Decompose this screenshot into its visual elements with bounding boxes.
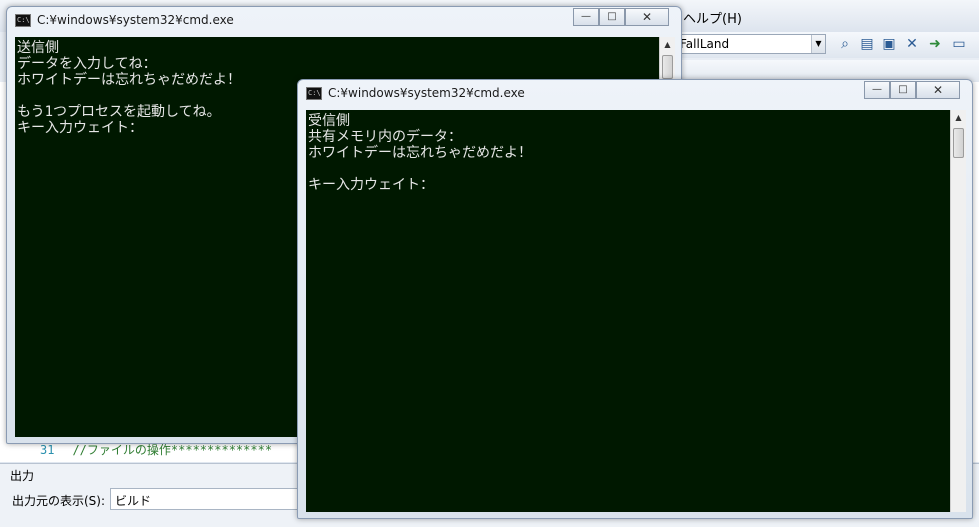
start-icon[interactable]: ➜ [926, 35, 944, 53]
console-line: 受信側 [308, 113, 350, 129]
console-line: ホワイトデーは忘れちゃだめだよ！ [308, 145, 532, 161]
console-line: 共有メモリ内のデータ： [308, 129, 462, 145]
output-source-select[interactable]: ビルド [110, 488, 300, 510]
receiver-window-title: C:¥windows¥system32¥cmd.exe [328, 86, 525, 100]
object-browser-icon[interactable]: ▣ [880, 35, 898, 53]
window-icon[interactable]: ▭ [950, 35, 968, 53]
scrollbar-thumb[interactable] [662, 55, 673, 79]
receiver-titlebar[interactable]: C:\ C:¥windows¥system32¥cmd.exe — □ ✕ [298, 80, 972, 108]
receiver-scrollbar[interactable]: ▲ [950, 110, 966, 512]
find-icon[interactable]: ⌕ [836, 35, 854, 53]
sender-window-title: C:¥windows¥system32¥cmd.exe [37, 13, 234, 27]
cmd-icon[interactable]: C:\ [15, 14, 31, 27]
maximize-button[interactable]: □ [890, 81, 916, 99]
close-button[interactable]: ✕ [916, 81, 960, 99]
minimize-button[interactable]: — [573, 8, 599, 26]
tools-icon[interactable]: ✕ [903, 35, 921, 53]
receiver-console-area[interactable]: 受信側共有メモリ内のデータ：ホワイトデーは忘れちゃだめだよ！​キー入力ウェイト： [306, 110, 950, 512]
console-line: キー入力ウェイト： [308, 177, 434, 193]
project-combo[interactable]: FallLand ▼ [676, 34, 826, 54]
console-line: ​ [308, 161, 948, 177]
cmd-icon[interactable]: C:\ [306, 87, 322, 100]
properties-icon[interactable]: ▤ [858, 35, 876, 53]
scroll-up-icon[interactable]: ▲ [660, 37, 675, 53]
sender-titlebar[interactable]: C:\ C:¥windows¥system32¥cmd.exe — □ ✕ [7, 7, 681, 35]
menu-help[interactable]: ヘルプ(H) [683, 8, 742, 27]
output-source-value: ビルド [115, 494, 152, 508]
minimize-button[interactable]: — [864, 81, 890, 99]
scrollbar-thumb[interactable] [953, 128, 964, 158]
line-number: 31 [40, 443, 55, 457]
project-combo-value: FallLand [680, 37, 730, 51]
receiver-console-text: 受信側共有メモリ内のデータ：ホワイトデーは忘れちゃだめだよ！​キー入力ウェイト： [306, 110, 950, 196]
output-panel-title: 出力 [10, 469, 35, 483]
console-line: 送信側 [17, 40, 59, 56]
code-text: //ファイルの操作************** [72, 443, 273, 457]
chevron-down-icon[interactable]: ▼ [811, 35, 825, 53]
scroll-up-icon[interactable]: ▲ [951, 110, 966, 126]
receiver-console-window[interactable]: C:\ C:¥windows¥system32¥cmd.exe — □ ✕ 受信… [297, 79, 973, 519]
maximize-button[interactable]: □ [599, 8, 625, 26]
console-line: データを入力してね： [17, 56, 157, 72]
output-source-label: 出力元の表示(S): [12, 494, 106, 508]
close-button[interactable]: ✕ [625, 8, 669, 26]
